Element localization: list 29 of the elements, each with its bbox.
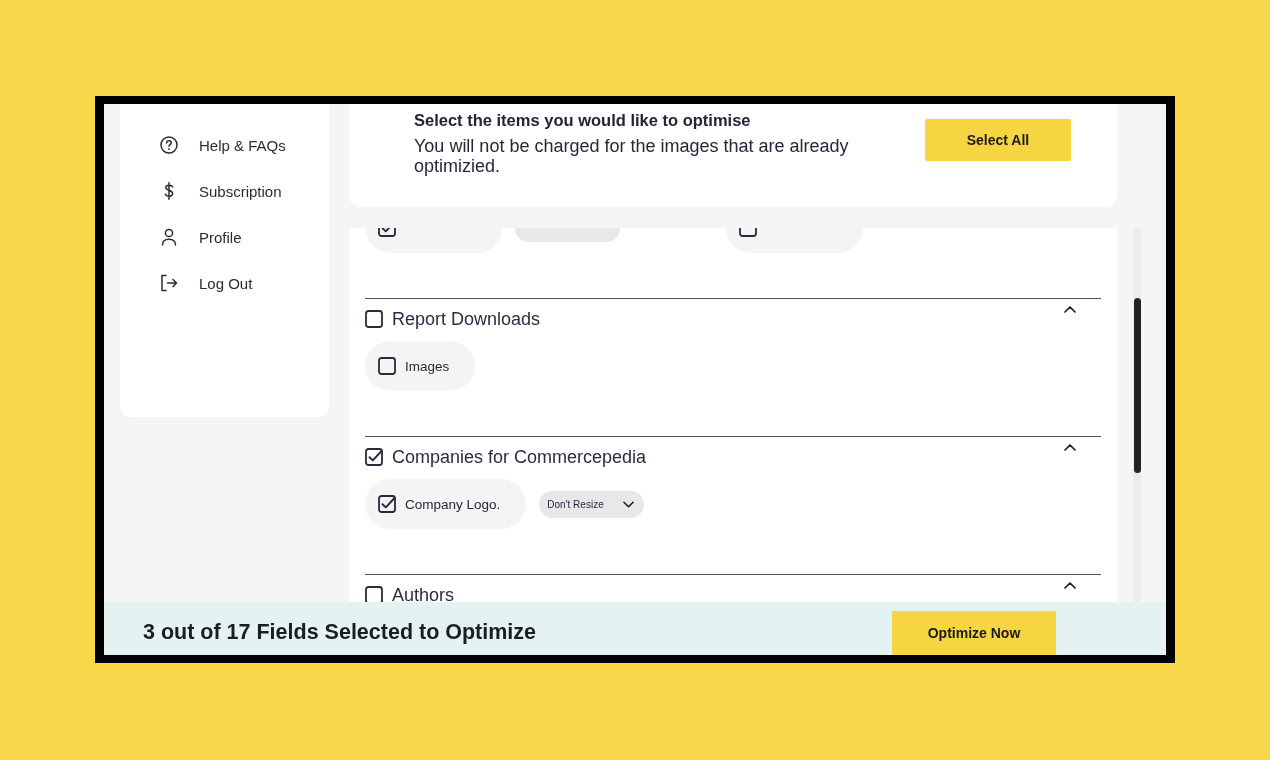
chevron-down-icon (623, 500, 635, 508)
chevron-up-icon[interactable] (1064, 306, 1076, 313)
scrollbar-thumb[interactable] (1134, 298, 1141, 473)
checkbox[interactable] (378, 357, 396, 375)
help-icon (160, 136, 178, 154)
sidebar-item[interactable]: Profile (160, 226, 242, 248)
field-option[interactable]: Images (365, 341, 476, 391)
chevron-up-icon[interactable] (1064, 582, 1076, 589)
resize-dropdown[interactable]: Don't Resize (539, 490, 645, 518)
card-title: Select the items you would like to optimise (414, 110, 752, 130)
selection-summary: 3 out of 17 Fields Selected to Optimize (143, 620, 537, 644)
section-title: Report Downloads (392, 308, 541, 330)
card-note: You will not be charged for the images that are already optimizied. (414, 136, 850, 176)
chevron-up-icon[interactable] (1064, 444, 1076, 451)
select-all-button[interactable]: Select All (925, 119, 1071, 161)
sidebar-item[interactable]: Subscription (160, 180, 282, 202)
optimize-now-button[interactable]: Optimize Now (892, 611, 1056, 655)
checkbox[interactable] (378, 495, 396, 513)
sidebar-item[interactable]: Log Out (160, 272, 253, 294)
field-option[interactable]: Company Logo. (365, 479, 527, 529)
checkbox[interactable] (365, 586, 383, 602)
checkbox[interactable] (365, 310, 383, 328)
section-title: Authors (392, 584, 455, 602)
person-icon (160, 228, 178, 246)
sidebar-item[interactable]: Help & FAQs (160, 134, 286, 156)
checkbox[interactable] (365, 448, 383, 466)
section-title: Companies for Commercepedia (392, 446, 647, 468)
logout-icon (160, 274, 178, 292)
scrollbar-track[interactable] (1133, 228, 1141, 602)
